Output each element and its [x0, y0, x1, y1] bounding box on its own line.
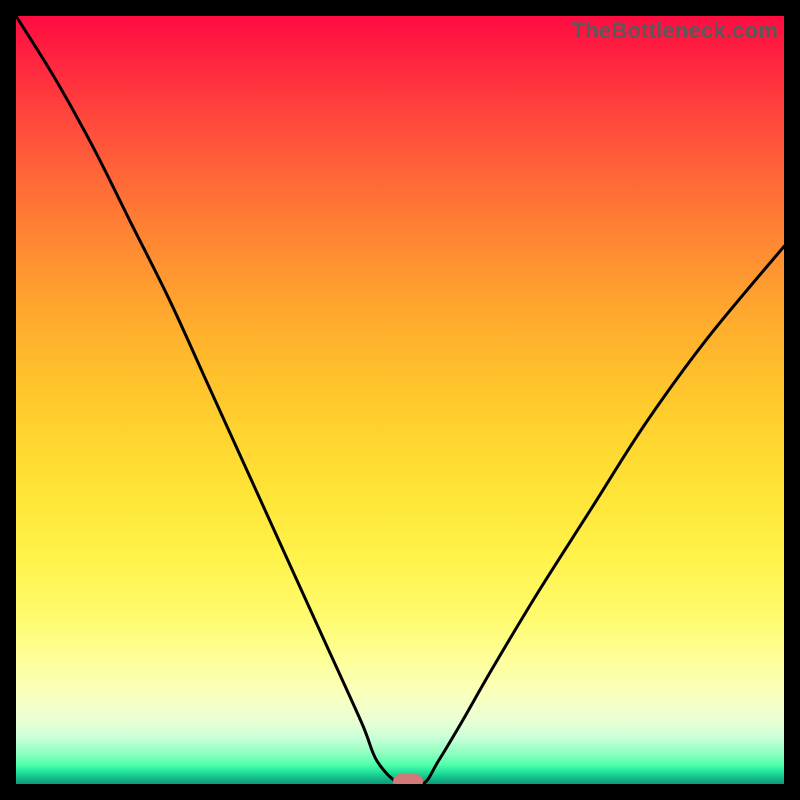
curve-svg — [16, 16, 784, 784]
watermark-text: TheBottleneck.com — [572, 18, 778, 44]
bottleneck-curve-path — [16, 16, 784, 784]
chart-frame: TheBottleneck.com — [16, 16, 784, 784]
optimal-marker — [393, 774, 423, 784]
